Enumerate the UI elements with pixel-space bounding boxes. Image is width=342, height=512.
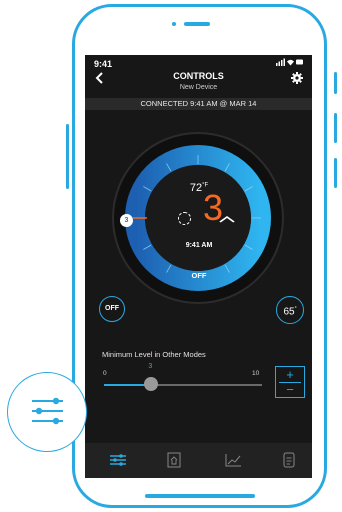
callout-circle — [7, 372, 87, 452]
chart-line-icon — [225, 454, 241, 467]
document-icon — [283, 452, 295, 468]
side-button-left — [66, 124, 69, 189]
temperature-button-value: 65 — [283, 306, 295, 318]
temperature-button-unit: ° — [294, 306, 297, 312]
stepper-plus-button[interactable]: + — [276, 368, 304, 382]
side-button-right-2 — [334, 113, 337, 143]
side-button-right-3 — [334, 158, 337, 188]
sliders-icon — [32, 397, 63, 425]
off-button[interactable]: OFF — [99, 296, 125, 322]
dial-mode[interactable]: OFF — [183, 271, 215, 280]
temperature-button[interactable]: 65° — [276, 296, 304, 324]
dial-marker[interactable]: 3 — [120, 214, 133, 227]
increase-chevron-icon[interactable] — [219, 210, 236, 226]
dial-time: 9:41 AM — [185, 242, 213, 249]
stepper-minus-button[interactable]: − — [276, 383, 304, 397]
app-screen: 9:41 CONTROLS New Device CONNECTED 9:41 … — [85, 55, 312, 478]
auto-circle-icon — [178, 212, 191, 225]
tab-controls[interactable] — [107, 451, 129, 469]
speaker-slot — [184, 22, 210, 26]
chevron-up-icon — [219, 216, 235, 223]
slider-min-label: 0 — [103, 370, 107, 377]
min-level-label: Minimum Level in Other Modes — [102, 350, 206, 359]
camera-dot — [172, 22, 176, 26]
building-icon — [167, 452, 181, 468]
home-indicator — [145, 494, 255, 498]
slider-max-label: 10 — [252, 370, 260, 377]
level-stepper: + − — [275, 366, 305, 398]
tab-chart[interactable] — [222, 451, 244, 469]
side-button-right-1 — [334, 72, 337, 94]
slider-knob[interactable] — [144, 377, 159, 391]
sliders-icon — [110, 454, 126, 466]
slider-value-label: 3 — [148, 363, 153, 370]
tab-document[interactable] — [278, 451, 300, 469]
tab-building[interactable] — [163, 451, 185, 469]
tab-bar — [85, 443, 312, 478]
